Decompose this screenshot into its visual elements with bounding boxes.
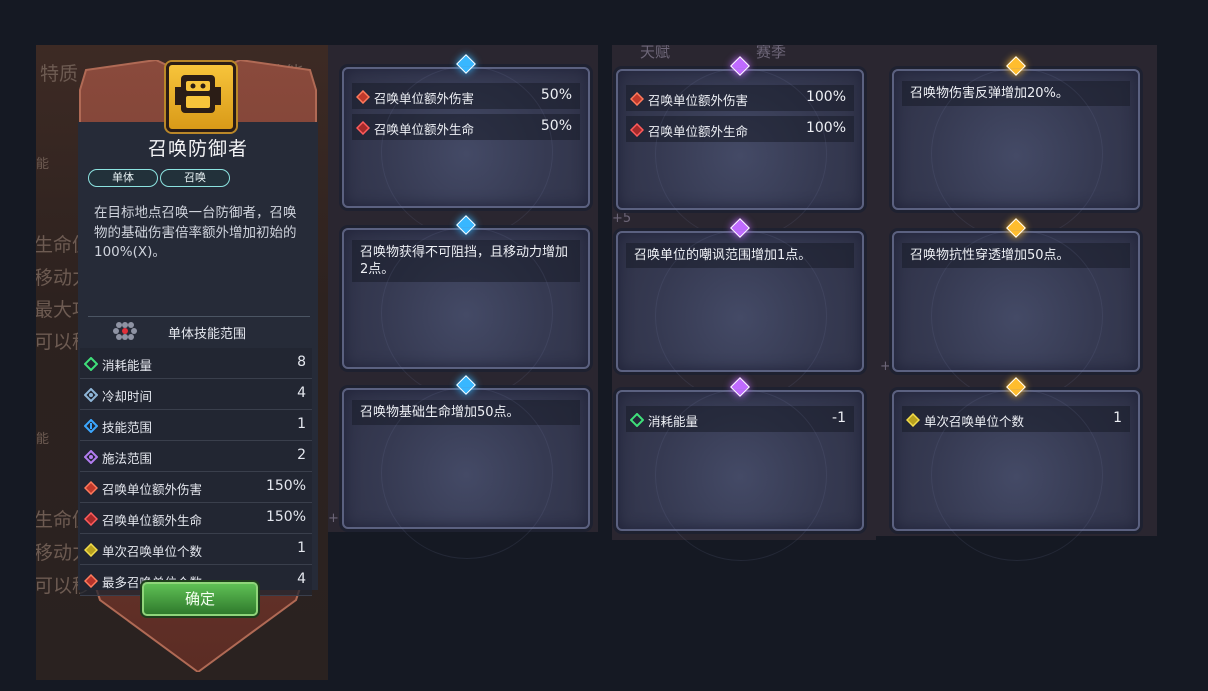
stat-row: 消耗能量 8 (80, 348, 312, 379)
stat-value: 1 (297, 540, 306, 556)
talent-stat-line: 召唤单位额外伤害 100% (626, 85, 854, 111)
summon-health-icon (355, 120, 371, 139)
max-summon-icon (83, 573, 99, 592)
skill-range-icon (83, 418, 99, 437)
talent-card[interactable]: 召唤单位额外伤害 100% 召唤单位额外生命 100% (616, 56, 864, 241)
talent-card[interactable]: 召唤物抗性穿透增加50点。 (892, 218, 1140, 403)
energy-icon (83, 356, 99, 375)
stat-label: 施法范围 (102, 451, 153, 466)
stat-value: 4 (297, 385, 306, 401)
summon-health-icon (629, 122, 645, 141)
stat-label: 消耗能量 (102, 358, 153, 373)
stat-row: 冷却时间 4 (80, 379, 312, 410)
talent-description: 召唤物抗性穿透增加50点。 (902, 243, 1130, 268)
stat-label: 技能范围 (102, 420, 153, 435)
talent-card[interactable]: 召唤物基础生命增加50点。 (342, 375, 590, 560)
talent-column-3: +20 召唤物伤害反弹增加20%。 召唤物抗性穿透增加50点。 单次召唤单位个数… (876, 45, 1157, 562)
stat-label: 召唤单位额外生命 (102, 513, 203, 528)
talent-card[interactable]: 单次召唤单位个数 1 (892, 377, 1140, 562)
tag-single-target: 单体 (88, 169, 158, 187)
skill-stats-list: 消耗能量 8 冷却时间 4 技能范围 1 施法范围 2 召唤单位额外伤害 150… (80, 348, 312, 596)
bg-tab-talent: 天赋 (640, 45, 671, 61)
skill-range-label: 单体技能范围 (168, 327, 247, 342)
skill-detail-card: 召唤防御者 单体 召唤 在目标地点召唤一台防御者，召唤物的基础伤害倍率额外增加初… (66, 60, 330, 672)
summon-count-icon (83, 542, 99, 561)
cooldown-icon (83, 387, 99, 406)
talent-stat-label: 召唤单位额外伤害 (374, 91, 475, 106)
stat-value: 150% (265, 478, 306, 494)
talent-stat-value: 50% (540, 87, 572, 103)
stat-value: 8 (297, 354, 306, 370)
talent-card[interactable]: 召唤单位额外伤害 50% 召唤单位额外生命 50% (342, 54, 590, 239)
hex-range-icon (112, 321, 138, 345)
stat-value: 150% (265, 509, 306, 525)
talent-description: 召唤单位的嘲讽范围增加1点。 (626, 243, 854, 268)
talent-stat-value: 1 (1113, 410, 1122, 426)
talent-stat-value: 100% (805, 89, 846, 105)
stat-value: 2 (297, 447, 306, 463)
stat-row: 施法范围 2 (80, 441, 312, 472)
talent-card[interactable]: 消耗能量 -1 (616, 377, 864, 562)
bg-text: +5 (612, 211, 632, 226)
talent-column-2: 天赋 赛季 +5 召唤单位额外伤害 100% 召唤单位额外生命 100% 召唤单… (612, 45, 876, 562)
talent-stat-line: 召唤单位额外伤害 50% (352, 83, 580, 109)
stat-label: 单次召唤单位个数 (102, 544, 203, 559)
talent-stat-line: 单次召唤单位个数 1 (902, 406, 1130, 432)
talent-card[interactable]: 召唤物伤害反弹增加20%。 (892, 56, 1140, 241)
talent-description: 召唤物基础生命增加50点。 (352, 400, 580, 425)
summon-defender-robot-icon (166, 62, 236, 132)
tag-summon: 召唤 (160, 169, 230, 187)
summon-damage-icon (629, 91, 645, 110)
stat-row: 召唤单位额外伤害 150% (80, 472, 312, 503)
stat-row: 技能范围 1 (80, 410, 312, 441)
stat-label: 冷却时间 (102, 389, 153, 404)
talent-description: 召唤物获得不可阻挡，且移动力增加2点。 (352, 240, 580, 282)
talent-stat-line: 召唤单位额外生命 100% (626, 116, 854, 142)
energy-icon (629, 412, 645, 431)
summon-count-icon (905, 412, 921, 431)
skill-description: 在目标地点召唤一台防御者，召唤物的基础伤害倍率额外增加初始的100%(X)。 (94, 205, 297, 260)
talent-description: 召唤物伤害反弹增加20%。 (902, 81, 1130, 106)
bg-text: 能 (36, 157, 50, 172)
talent-stat-label: 消耗能量 (648, 414, 699, 429)
stat-value: 1 (297, 416, 306, 432)
skill-title: 召唤防御者 (147, 138, 248, 160)
stat-row: 召唤单位额外生命 150% (80, 503, 312, 534)
talent-stat-value: -1 (832, 410, 846, 426)
talent-card[interactable]: 召唤单位的嘲讽范围增加1点。 (616, 218, 864, 403)
talent-stat-line: 消耗能量 -1 (626, 406, 854, 432)
talent-stat-label: 召唤单位额外生命 (374, 122, 475, 137)
stat-row: 单次召唤单位个数 1 (80, 534, 312, 565)
talent-stat-line: 召唤单位额外生命 50% (352, 114, 580, 140)
confirm-button[interactable]: 确定 (142, 582, 258, 616)
talent-column-1: + 召唤单位额外伤害 50% 召唤单位额外生命 50% 召唤物获得不可阻挡，且移… (328, 45, 598, 560)
bg-text: 能 (36, 432, 50, 447)
stat-label: 召唤单位额外伤害 (102, 482, 203, 497)
summon-damage-icon (83, 480, 99, 499)
talent-stat-label: 召唤单位额外生命 (648, 124, 749, 139)
talent-card[interactable]: 召唤物获得不可阻挡，且移动力增加2点。 (342, 215, 590, 400)
bg-tab-season: 赛季 (756, 45, 787, 61)
talent-stat-value: 100% (805, 120, 846, 136)
skill-range-row: 单体技能范围 (88, 316, 310, 345)
talent-stat-label: 召唤单位额外伤害 (648, 93, 749, 108)
bg-text: + (328, 511, 339, 526)
cast-range-icon (83, 449, 99, 468)
stat-value: 4 (297, 571, 306, 587)
summon-health-icon (83, 511, 99, 530)
summon-damage-icon (355, 89, 371, 108)
talent-stat-value: 50% (540, 118, 572, 134)
skill-tags: 单体 召唤 (88, 169, 230, 187)
talent-stat-label: 单次召唤单位个数 (924, 414, 1025, 429)
